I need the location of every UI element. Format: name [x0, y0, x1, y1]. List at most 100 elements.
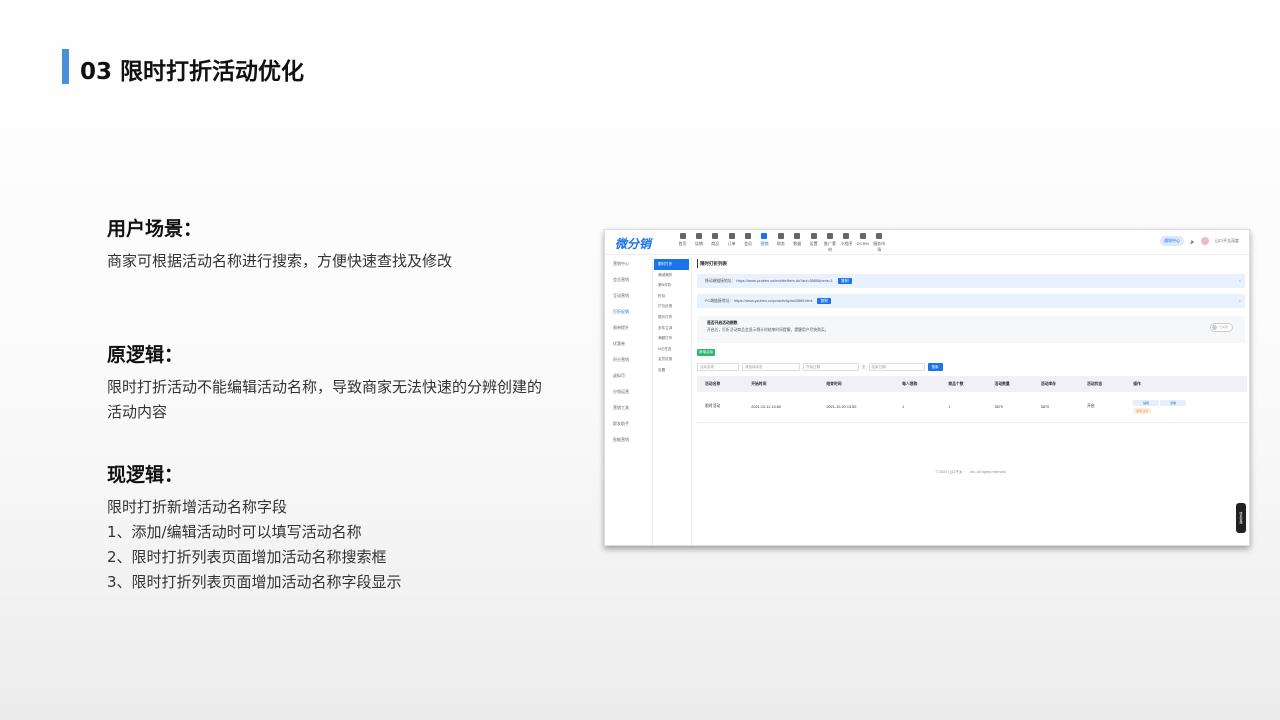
- nav-item[interactable]: 数据: [790, 232, 805, 253]
- subsidebar-item[interactable]: 满减满折: [654, 270, 691, 281]
- nav-item[interactable]: 会员: [741, 232, 756, 253]
- nav-icon: [859, 233, 866, 239]
- top-right-area: 通知中心 🔈 山口不太深度: [1160, 236, 1239, 246]
- close-icon[interactable]: ×: [1239, 274, 1241, 288]
- nav-icon: [728, 233, 735, 239]
- table-cell: 2021-10-20 13:50: [818, 392, 895, 423]
- user-name[interactable]: 山口不太深度: [1215, 238, 1239, 244]
- nav-item[interactable]: DCRM: [855, 232, 870, 253]
- slide-title: 03 限时打折活动优化: [80, 59, 305, 85]
- nav-icon: [810, 233, 817, 239]
- nav-item[interactable]: 财务: [773, 232, 788, 253]
- table-cell: 2021-10-11 13:50: [743, 392, 819, 423]
- notification-pill[interactable]: 通知中心: [1160, 236, 1185, 246]
- sidebar-item[interactable]: 优惠券: [605, 336, 652, 352]
- section-text: 3、限时打折列表页面增加活动名称字段显示: [107, 573, 402, 591]
- nav-item[interactable]: 首页: [675, 232, 690, 253]
- nav-item[interactable]: 服务市场: [872, 232, 887, 253]
- table-ops-cell: 编辑 复制 结束活动: [1125, 392, 1247, 423]
- section-heading: 原逻辑：: [107, 344, 184, 366]
- sidebar-item[interactable]: 营销中心: [605, 256, 652, 272]
- nav-icon: [843, 233, 850, 239]
- nav-label: 设置: [809, 241, 818, 246]
- avatar[interactable]: [1201, 237, 1209, 245]
- setting-desc: 开启后，打折活动商品会显示倒计时结束时间提醒，提醒用户尽快购买。: [707, 328, 829, 332]
- activity-name-search-input[interactable]: 活动名称: [697, 363, 739, 371]
- subsidebar-item[interactable]: 限价打折: [654, 312, 691, 323]
- start-date-input[interactable]: 开始日期: [803, 363, 859, 371]
- section-heading: 用户场景：: [107, 218, 203, 240]
- notice-pc-link: PC端链接地址： https://www.yzuben.co/pc/activi…: [697, 294, 1245, 308]
- section-text: 1、添加/编辑活动时可以填写活动名称: [107, 523, 362, 541]
- copy-button[interactable]: 复制: [837, 278, 852, 284]
- page-title: 限时打折列表: [697, 259, 1245, 268]
- sidebar-item[interactable]: 互动营销: [605, 288, 652, 304]
- nav-icon: [745, 233, 752, 239]
- copy-button[interactable]: 复制: [817, 298, 832, 304]
- subsidebar-item[interactable]: 限时打折: [654, 259, 689, 270]
- speaker-icon[interactable]: 🔈: [1190, 239, 1195, 244]
- notice-text: 移动端链接地址： https://www.yzuben.co/mobile/it…: [705, 279, 833, 283]
- add-activity-button[interactable]: 新增活动: [697, 349, 715, 356]
- sidebar-item[interactable]: 智能营销: [605, 432, 652, 448]
- notice-text: PC端链接地址： https://www.yzuben.co/pc/activi…: [705, 299, 813, 303]
- subsidebar-item[interactable]: 满额打折: [654, 333, 691, 344]
- nav-item[interactable]: 推广素材: [823, 232, 838, 253]
- countdown-toggle[interactable]: 已关闭: [1210, 323, 1233, 332]
- footer: © 2021 山口不太 · · , Inc. All rights reserv…: [935, 470, 1007, 474]
- section-heading: 现逻辑：: [107, 464, 184, 486]
- table-header: 结束时间: [818, 376, 895, 392]
- nav-label: 服务市场: [873, 241, 886, 252]
- nav-item[interactable]: 订单: [724, 232, 739, 253]
- subsidebar-item[interactable]: 折扣: [654, 291, 691, 302]
- nav-label: 数据: [793, 241, 802, 246]
- activity-table: 活动名称 开始时间 结束时间 每人限购 商品个数 活动数量 活动库存 活动状态 操作 限时活动 …: [697, 376, 1247, 423]
- nav-label: 商品: [711, 241, 720, 246]
- nav-label: 推广素材: [824, 241, 837, 252]
- nav-label: 财务: [776, 241, 785, 246]
- table-header: 活动数量: [986, 376, 1033, 392]
- nav-item[interactable]: 设置: [806, 232, 821, 253]
- table-cell: 开启: [1078, 392, 1126, 423]
- subsidebar-item[interactable]: 打包优惠: [654, 301, 691, 312]
- sidebar-item[interactable]: 虚拟币: [605, 368, 652, 384]
- title-accent-bar: [62, 49, 69, 84]
- copy-activity-button[interactable]: 复制: [1160, 399, 1187, 406]
- sidebar-item[interactable]: 营销工具: [605, 400, 652, 416]
- nav-item[interactable]: 营销: [757, 232, 772, 253]
- end-activity-button[interactable]: 结束活动: [1133, 407, 1152, 414]
- subsidebar-item[interactable]: 会员优惠: [654, 354, 691, 365]
- primary-sidebar: 营销中心 会员营销 互动营销 打折促销 限单提升 优惠券 积分营销 虚拟币 分销运营 营销工具 群发…: [605, 256, 653, 545]
- sidebar-item[interactable]: 群发助手: [605, 416, 652, 432]
- table-cell: 1: [894, 392, 941, 423]
- table-header-row: 活动名称 开始时间 结束时间 每人限购 商品个数 活动数量 活动库存 活动状态 操作: [697, 376, 1247, 392]
- table-cell: 3870: [1032, 392, 1079, 423]
- end-date-input[interactable]: 结束日期: [868, 363, 925, 371]
- sidebar-item[interactable]: 会员营销: [605, 272, 652, 288]
- sidebar-item[interactable]: 限单提升: [605, 320, 652, 336]
- nav-item[interactable]: 小程序: [839, 232, 854, 253]
- subsidebar-item[interactable]: N元任选: [654, 344, 691, 355]
- sidebar-item[interactable]: 打折促销: [605, 304, 652, 320]
- nav-item[interactable]: 商品: [708, 232, 723, 253]
- table-cell: 3870: [986, 392, 1033, 423]
- table-header: 活动名称: [697, 376, 744, 392]
- status-select[interactable]: 请选择状态: [742, 363, 800, 371]
- subsidebar-item[interactable]: 设置: [654, 365, 691, 376]
- nav-icon: [695, 233, 702, 239]
- table-header: 活动库存: [1032, 376, 1079, 392]
- close-icon[interactable]: ×: [1239, 294, 1241, 308]
- search-button[interactable]: 搜索: [927, 363, 943, 371]
- table-header: 每人限购: [894, 376, 941, 392]
- subsidebar-item[interactable]: 第N件折: [654, 280, 691, 291]
- nav-item[interactable]: 店铺: [691, 232, 706, 253]
- edit-button[interactable]: 编辑: [1133, 399, 1160, 406]
- filter-bar: 活动名称 请选择状态 开始日期 至 结束日期 搜索: [697, 363, 1245, 371]
- subsidebar-item[interactable]: 多件立减: [654, 323, 691, 334]
- section-new-logic: 现逻辑： 限时打折新增活动名称字段 1、添加/编辑活动时可以填写活动名称 2、限…: [107, 460, 402, 595]
- customer-service-button[interactable]: 联系客服: [1236, 503, 1246, 533]
- sidebar-item[interactable]: 积分营销: [605, 352, 652, 368]
- sidebar-item[interactable]: 分销运营: [605, 384, 652, 400]
- secondary-sidebar: 限时打折 满减满折 第N件折 折扣 打包优惠 限价打折 多件立减 满额打折 N元任选 会员优惠 设置: [654, 256, 692, 545]
- table-cell: 限时活动: [697, 392, 744, 423]
